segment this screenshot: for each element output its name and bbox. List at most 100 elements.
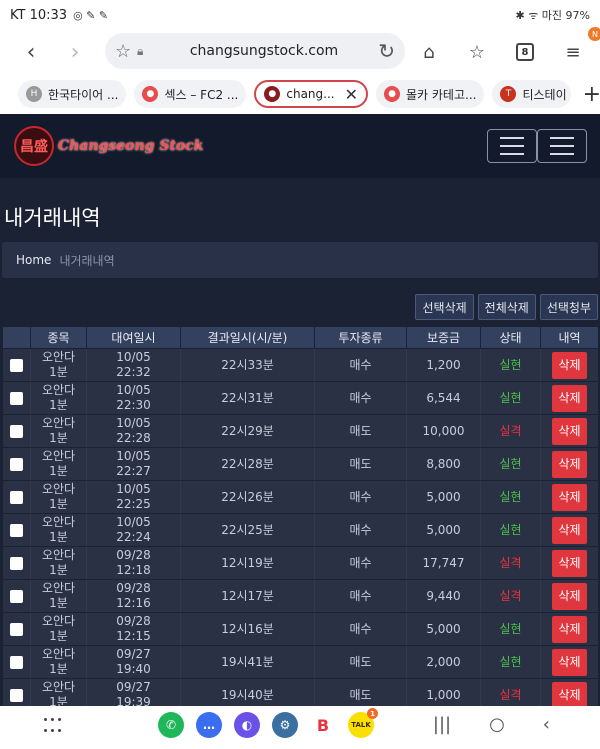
delete-row-button[interactable]: 삭제 (552, 351, 587, 379)
row-checkbox[interactable] (9, 457, 23, 471)
result-time-text: 22시31분 (221, 390, 274, 405)
site-logo[interactable]: 昌盛 Changseong Stock (14, 126, 203, 166)
new-tab-icon[interactable]: + (583, 82, 600, 107)
result-time-text: 12시17분 (221, 588, 274, 603)
action-cell: 삭제 (540, 348, 598, 382)
delete-row-button[interactable]: 삭제 (552, 681, 587, 706)
status-cell: 실현 (480, 381, 541, 415)
deposit-cell: 5,000 (406, 480, 481, 514)
type-text: 매수 (349, 357, 372, 372)
row-checkbox[interactable] (9, 688, 23, 702)
item-text: 오안다 (41, 350, 76, 364)
result-time-text: 12시19분 (221, 555, 274, 570)
date-cell: 10/05 22:32 (86, 348, 181, 382)
row-select-cell (2, 381, 31, 415)
delete-selected-button[interactable]: 선택삭제 (415, 294, 474, 320)
status-cell: 실격 (480, 678, 541, 706)
delete-row-button[interactable]: 삭제 (552, 417, 587, 445)
status-cell: 실격 (480, 414, 541, 448)
delete-row-button[interactable]: 삭제 (552, 516, 587, 544)
row-checkbox[interactable] (9, 358, 23, 372)
date-text: 09/27 (116, 647, 151, 661)
nav-toggle-button-2[interactable] (537, 129, 587, 163)
unit-text: 1분 (49, 365, 68, 379)
android-nav-bar: ✆ … ◐ ⚙ B TALK 1 ||| ○ ‹ (0, 706, 600, 749)
date-text: 10/05 (116, 449, 151, 463)
home-icon[interactable]: ⌂ (410, 33, 448, 71)
row-checkbox[interactable] (9, 589, 23, 603)
status-cell: 실격 (480, 579, 541, 613)
tab-1[interactable]: H 한국타이어 ... (18, 80, 127, 108)
time-text: 22:25 (116, 497, 151, 511)
nav-toggle-button[interactable] (487, 129, 537, 163)
item-cell: 오안다 1분 (30, 447, 87, 481)
back-icon[interactable]: ‹ (12, 33, 50, 71)
tab-4[interactable]: ● 몰카 카테고... (376, 80, 485, 108)
delete-row-button[interactable]: 삭제 (552, 648, 587, 676)
tab-2[interactable]: ● 섹스 – FC2 ... (134, 80, 247, 108)
messages-icon[interactable]: … (196, 712, 222, 738)
delete-all-button[interactable]: 전체삭제 (477, 294, 536, 320)
result_time-cell: 12시19분 (180, 546, 315, 580)
delete-row-button[interactable]: 삭제 (552, 615, 587, 643)
forward-icon[interactable]: › (56, 33, 94, 71)
row-checkbox[interactable] (9, 622, 23, 636)
deposit-text: 9,440 (426, 588, 461, 603)
url-text[interactable]: changsungstock.com (155, 43, 373, 59)
breadcrumb-home[interactable]: Home (16, 253, 51, 267)
delete-row-button[interactable]: 삭제 (552, 549, 587, 577)
tabs-button[interactable]: 8 (506, 33, 544, 71)
phone-icon[interactable]: ✆ (158, 712, 184, 738)
tab-label: 티스테이 (522, 87, 567, 102)
deposit-text: 10,000 (422, 423, 465, 438)
trade-history-table: 종목 대여일시 결과일시(시/분) 투자종류 보증금 상태 내역 오안다 1분 10/05 22:… (2, 326, 598, 706)
row-checkbox[interactable] (9, 655, 23, 669)
item-cell: 오안다 1분 (30, 381, 87, 415)
row-checkbox[interactable] (9, 523, 23, 537)
settings-icon[interactable]: ⚙ (272, 712, 298, 738)
date-cell: 09/28 12:16 (86, 579, 181, 613)
result_time-cell: 22시26분 (180, 480, 315, 514)
home-nav-icon[interactable]: ○ (489, 714, 505, 735)
delete-row-button[interactable]: 삭제 (552, 384, 587, 412)
column-header: 내역 (540, 326, 598, 349)
address-bar[interactable]: ☆ 🔒︎ changsungstock.com ↻ (105, 33, 405, 69)
item-text: 오안다 (41, 581, 76, 595)
close-tab-icon[interactable]: ✕ (345, 85, 358, 104)
back-nav-icon[interactable]: ‹ (543, 714, 550, 735)
kakaotalk-icon[interactable]: TALK 1 (348, 708, 378, 738)
tab-count: 8 (516, 43, 534, 61)
tab-3-active[interactable]: ● chang... ✕ (254, 80, 368, 108)
table-row: 오안다 1분 09/28 12:18 12시19분 매수 17,747 실격 삭제 (2, 546, 598, 580)
page-title: 내거래내역 (4, 206, 101, 230)
tab-5[interactable]: T 티스테이 (492, 80, 571, 108)
type-cell: 매도 (314, 645, 407, 679)
delete-row-button[interactable]: 삭제 (552, 582, 587, 610)
claim-selected-button[interactable]: 선택청부 (539, 294, 598, 320)
recents-icon[interactable]: ||| (433, 714, 451, 735)
menu-icon[interactable]: ≡ N (554, 27, 600, 71)
row-checkbox[interactable] (9, 391, 23, 405)
internet-icon[interactable]: ◐ (234, 712, 260, 738)
band-icon[interactable]: B (310, 712, 336, 738)
row-checkbox[interactable] (9, 556, 23, 570)
unit-text: 1분 (49, 497, 68, 511)
bookmarks-icon[interactable]: ☆ (458, 33, 496, 71)
time-text: 22:24 (116, 530, 151, 544)
status-text: 실현 (499, 489, 522, 504)
type-text: 매도 (349, 654, 372, 669)
date-cell: 09/28 12:15 (86, 612, 181, 646)
item-cell: 오안다 1분 (30, 480, 87, 514)
row-checkbox[interactable] (9, 424, 23, 438)
delete-row-button[interactable]: 삭제 (552, 483, 587, 511)
date-text: 09/28 (116, 581, 151, 595)
deposit-cell: 1,200 (406, 348, 481, 382)
item-cell: 오안다 1분 (30, 546, 87, 580)
action-cell: 삭제 (540, 381, 598, 415)
type-cell: 매수 (314, 513, 407, 547)
bookmark-star-icon[interactable]: ☆ (115, 41, 137, 62)
delete-row-button[interactable]: 삭제 (552, 450, 587, 478)
row-checkbox[interactable] (9, 490, 23, 504)
app-drawer-icon[interactable] (44, 718, 62, 736)
reload-icon[interactable]: ↻ (373, 39, 395, 63)
